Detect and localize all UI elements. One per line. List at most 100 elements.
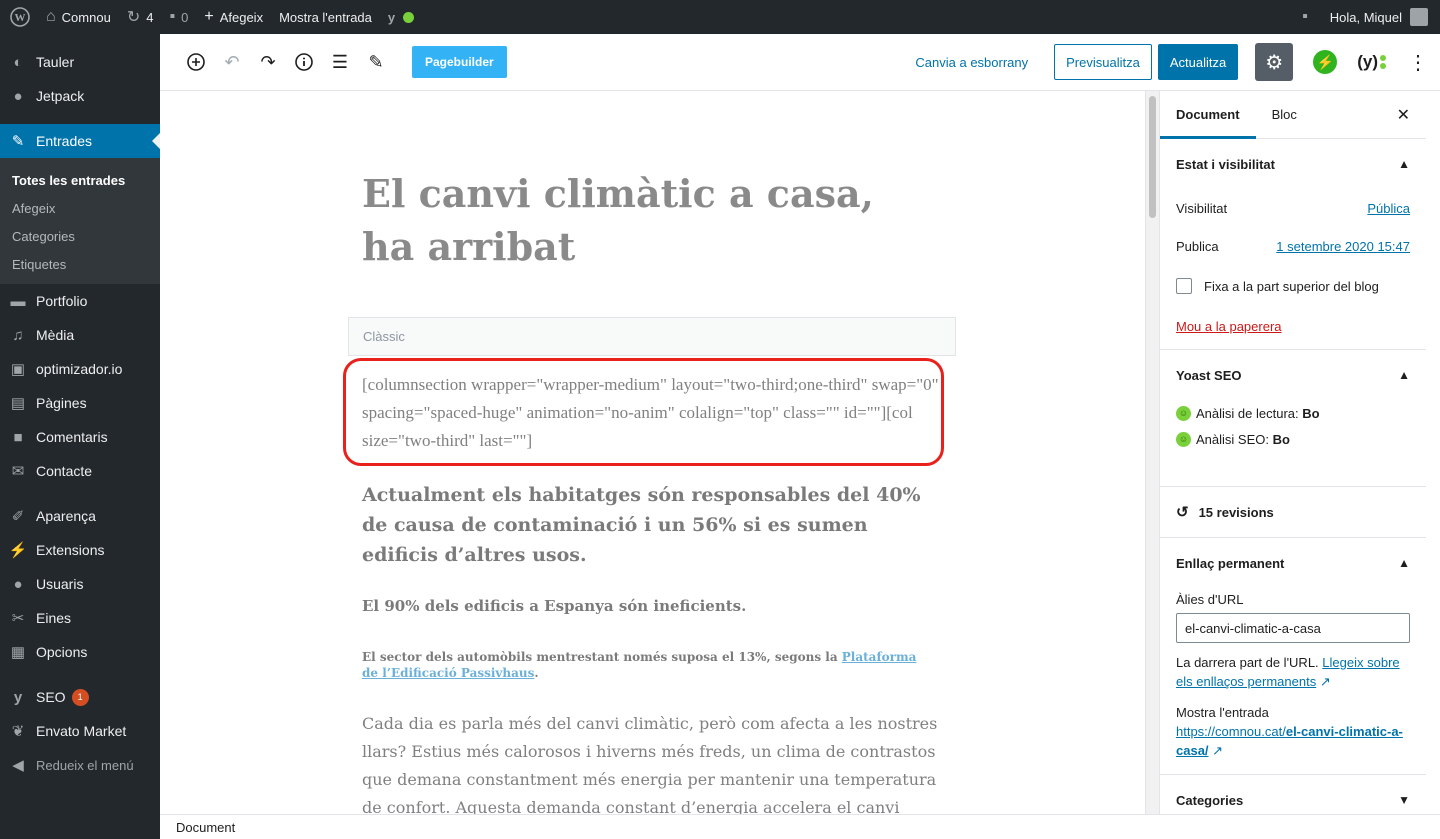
publish-date-toggle[interactable]: 1 setembre 2020 15:47 bbox=[1276, 239, 1410, 254]
permalink-toggle[interactable]: Enllaç permanent ▲ bbox=[1176, 538, 1410, 588]
source-note-end: . bbox=[534, 666, 539, 680]
sidebar-item-label: Entrades bbox=[36, 133, 93, 149]
submenu-add-new[interactable]: Afegeix bbox=[0, 194, 160, 222]
editor-toolbar: ↶ ↷ ☰ ✎ Pagebuilder Canvia a esborrany P… bbox=[160, 34, 1440, 91]
sidebar-item-portfolio[interactable]: ▬ Portfolio bbox=[0, 284, 160, 318]
classic-block-toolbar[interactable]: Clàssic bbox=[348, 317, 956, 356]
editor-scrollbar[interactable] bbox=[1145, 91, 1159, 814]
sidebar-item-seo[interactable]: y SEO 1 bbox=[0, 680, 160, 714]
sticky-label[interactable]: Fixa a la part superior del blog bbox=[1204, 279, 1379, 294]
preview-button[interactable]: Previsualitza bbox=[1054, 44, 1152, 80]
jetpack-button[interactable]: ⚡ bbox=[1313, 50, 1338, 74]
sidebar-item-dashboard[interactable]: ◐ Tauler bbox=[0, 45, 160, 79]
sidebar-item-label: Opcions bbox=[36, 644, 88, 660]
sidebar-item-plugins[interactable]: ⚡ Extensions bbox=[0, 533, 160, 567]
undo-button[interactable]: ↶ bbox=[214, 44, 250, 80]
sidebar-item-pages[interactable]: ▤ Pàgines bbox=[0, 386, 160, 420]
pagebuilder-button[interactable]: Pagebuilder bbox=[412, 46, 507, 78]
scrollbar-thumb[interactable] bbox=[1149, 96, 1156, 218]
settings-tabs: Document Bloc ✕ bbox=[1160, 91, 1426, 139]
permalink-panel: Enllaç permanent ▲ Àlies d'URL el-canvi-… bbox=[1160, 538, 1426, 775]
tab-document[interactable]: Document bbox=[1160, 91, 1256, 139]
status-visibility-panel: Estat i visibilitat ▲ Visibilitat Públic… bbox=[1160, 139, 1426, 350]
view-post-link[interactable]: Mostra l'entrada bbox=[271, 0, 380, 34]
redo-icon: ↷ bbox=[260, 51, 276, 72]
collapse-menu-button[interactable]: ◀ Redueix el menú bbox=[0, 748, 160, 782]
sidebar-item-envato[interactable]: ❦ Envato Market bbox=[0, 714, 160, 748]
help-text: La darrera part de l'URL. bbox=[1176, 655, 1319, 670]
readability-analysis[interactable]: ☺ Anàlisi de lectura: Bo bbox=[1176, 400, 1410, 426]
move-to-trash-link[interactable]: Mou a la paperera bbox=[1176, 307, 1410, 345]
submenu-categories[interactable]: Categories bbox=[0, 222, 160, 250]
comments-link[interactable]: ▪ 0 bbox=[161, 0, 196, 34]
revisions-panel[interactable]: ↺ 15 revisions bbox=[1160, 487, 1426, 538]
breadcrumb-document[interactable]: Document bbox=[176, 820, 235, 835]
info-button[interactable] bbox=[286, 44, 322, 80]
tab-block[interactable]: Bloc bbox=[1256, 91, 1313, 139]
yoast-adminbar-link[interactable]: y bbox=[380, 0, 422, 34]
panel-title: Estat i visibilitat bbox=[1176, 156, 1275, 172]
block-breadcrumb: Document bbox=[160, 814, 1440, 839]
yoast-icon: y bbox=[387, 9, 396, 25]
jetpack-icon: ⚡ bbox=[1316, 53, 1334, 70]
seo-analysis[interactable]: ☺ Anàlisi SEO: Bo bbox=[1176, 426, 1410, 452]
content-source-note[interactable]: El sector dels automòbils mentrestant no… bbox=[362, 649, 932, 681]
post-url-link[interactable]: https://comnou.cat/el-canvi-climatic-a-c… bbox=[1176, 724, 1403, 758]
pencil-icon: ✎ bbox=[368, 51, 384, 72]
visibility-toggle[interactable]: Pública bbox=[1367, 201, 1410, 216]
sidebar-item-appearance[interactable]: ✐ Aparença bbox=[0, 499, 160, 533]
sidebar-item-comments[interactable]: ■ Comentaris bbox=[0, 420, 160, 454]
outline-button[interactable]: ☰ bbox=[322, 44, 358, 80]
sidebar-item-jetpack[interactable]: ● Jetpack bbox=[0, 79, 160, 113]
revisions-link[interactable]: ↺ 15 revisions bbox=[1176, 487, 1410, 537]
posts-submenu: Totes les entrades Afegeix Categories Et… bbox=[0, 158, 160, 284]
media-icon: ♫ bbox=[12, 326, 24, 344]
sidebar-item-label: Extensions bbox=[36, 542, 105, 558]
updates-link[interactable]: ↻ 4 bbox=[119, 0, 162, 34]
sidebar-item-label: Eines bbox=[36, 610, 72, 626]
sidebar-item-optimizador[interactable]: ▣ optimizador.io bbox=[0, 352, 160, 386]
redo-button[interactable]: ↷ bbox=[250, 44, 286, 80]
sidebar-item-contact[interactable]: ✉ Contacte bbox=[0, 454, 160, 488]
categories-toggle[interactable]: Categories ▼ bbox=[1176, 775, 1410, 814]
add-new-link[interactable]: + Afegeix bbox=[196, 0, 271, 34]
sidebar-item-media[interactable]: ♫ Mèdia bbox=[0, 318, 160, 352]
yoast-icon: y bbox=[13, 688, 23, 706]
content-paragraph[interactable]: Cada dia es parla més del canvi climàtic… bbox=[362, 710, 947, 814]
status-visibility-toggle[interactable]: Estat i visibilitat ▲ bbox=[1176, 139, 1410, 189]
post-title[interactable]: El canvi climàtic a casa, ha arribat bbox=[362, 167, 922, 273]
plugin-icon: ⚡ bbox=[8, 542, 28, 559]
update-button[interactable]: Actualitza bbox=[1157, 44, 1239, 80]
sidebar-item-label: Mèdia bbox=[36, 327, 75, 343]
sidebar-item-posts[interactable]: ✎ Entrades bbox=[0, 124, 160, 158]
more-options-button[interactable]: ⋮ bbox=[1408, 50, 1428, 75]
content-subheading[interactable]: El 90% dels edificis a Espanya són inefi… bbox=[362, 597, 932, 615]
add-block-button[interactable] bbox=[178, 44, 214, 80]
list-view-icon: ☰ bbox=[331, 51, 349, 72]
site-name-link[interactable]: ⌂ Comnou bbox=[38, 0, 119, 34]
content-heading[interactable]: Actualment els habitatges són responsabl… bbox=[362, 480, 932, 570]
submenu-tags[interactable]: Etiquetes bbox=[0, 250, 160, 278]
close-settings-button[interactable]: ✕ bbox=[1397, 105, 1410, 125]
sticky-checkbox[interactable] bbox=[1176, 278, 1192, 294]
submenu-all-posts[interactable]: Totes les entrades bbox=[0, 166, 160, 194]
wordpress-logo-icon[interactable]: W bbox=[0, 0, 38, 34]
switch-to-draft-button[interactable]: Canvia a esborrany bbox=[915, 55, 1028, 70]
yoast-panel-toggle[interactable]: Yoast SEO ▲ bbox=[1176, 350, 1410, 400]
sidebar-item-tools[interactable]: ✂ Eines bbox=[0, 601, 160, 635]
account-link[interactable]: Hola, Miquel bbox=[1322, 0, 1440, 34]
yoast-icon: (y) bbox=[1357, 52, 1378, 71]
settings-toggle-button[interactable]: ⚙ bbox=[1255, 43, 1294, 81]
tools-button[interactable]: ✎ bbox=[358, 44, 394, 80]
sidebar-item-users[interactable]: ● Usuaris bbox=[0, 567, 160, 601]
visibility-label: Visibilitat bbox=[1176, 200, 1228, 216]
sidebar-item-settings[interactable]: ▦ Opcions bbox=[0, 635, 160, 669]
site-name: Comnou bbox=[61, 9, 111, 25]
good-smiley-icon: ☺ bbox=[1176, 431, 1191, 447]
yoast-button[interactable]: (y) bbox=[1357, 52, 1386, 72]
slug-label: Àlies d'URL bbox=[1176, 592, 1244, 607]
slug-input[interactable]: el-canvi-climatic-a-casa bbox=[1176, 613, 1410, 643]
yoast-panel: Yoast SEO ▲ ☺ Anàlisi de lectura: Bo ☺ A… bbox=[1160, 350, 1426, 487]
notifications-link[interactable]: ▪ bbox=[1294, 0, 1322, 34]
revisions-label: 15 revisions bbox=[1198, 504, 1274, 520]
